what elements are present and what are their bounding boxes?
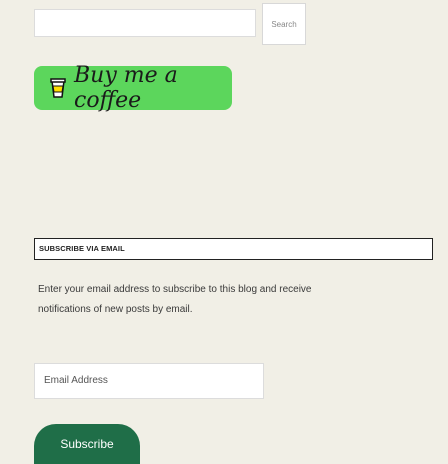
subscribe-button[interactable]: Subscribe — [34, 424, 140, 464]
coffee-cup-icon — [50, 78, 66, 98]
bmc-label: Buy me a coffee — [74, 63, 178, 113]
search-input[interactable] — [34, 9, 256, 37]
subscribe-via-email-heading: SUBSCRIBE VIA EMAIL — [34, 238, 433, 260]
email-address-input[interactable]: Email Address — [34, 363, 264, 399]
search-button[interactable]: Search — [262, 3, 306, 45]
subscribe-description: Enter your email address to subscribe to… — [38, 284, 312, 315]
